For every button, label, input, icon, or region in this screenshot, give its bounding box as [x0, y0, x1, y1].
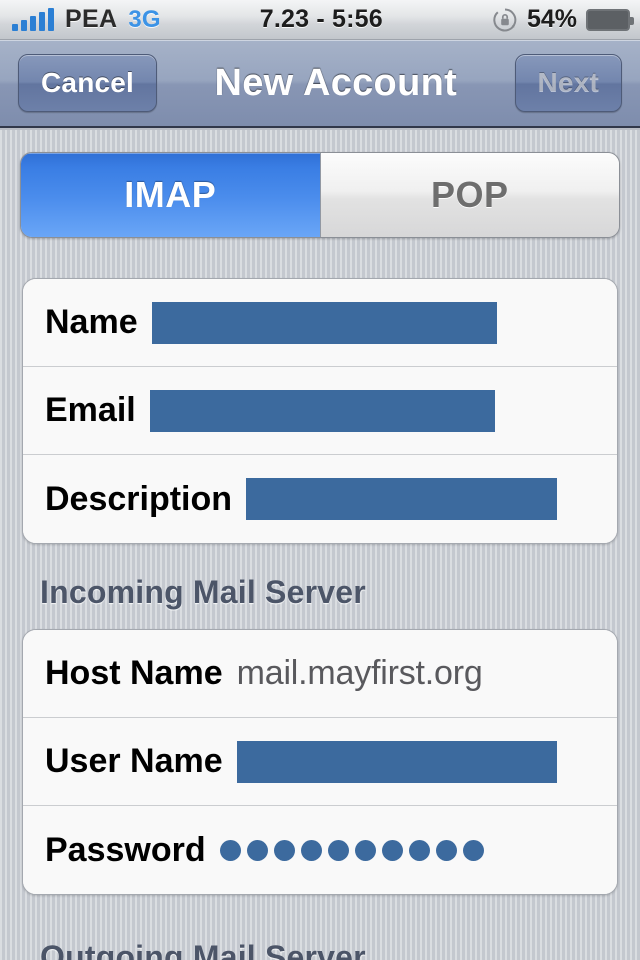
- user-name-field-value-wrap[interactable]: [236, 740, 617, 783]
- table-row[interactable]: Email: [23, 367, 617, 455]
- password-field-masked-value: [219, 839, 484, 861]
- status-bar-time: 7.23 - 5:56: [259, 5, 383, 33]
- table-row[interactable]: User Name: [23, 718, 617, 806]
- iphone-screen: PEA 3G 7.23 - 5:56 54% Cancel New Accoun…: [0, 0, 640, 960]
- password-dot: [381, 839, 403, 861]
- password-field-value-wrap[interactable]: [219, 839, 617, 861]
- description-field-label: Description: [45, 479, 233, 518]
- password-dot: [462, 839, 484, 861]
- password-dot: [408, 839, 430, 861]
- name-field-value-wrap[interactable]: [151, 301, 617, 344]
- segment-imap[interactable]: IMAP: [21, 153, 320, 237]
- segment-imap-label: IMAP: [124, 174, 217, 215]
- password-field-label: Password: [45, 830, 206, 869]
- host-name-field-value-wrap[interactable]: mail.mayfirst.org: [237, 654, 617, 693]
- table-row[interactable]: Host Name mail.mayfirst.org: [23, 630, 617, 718]
- status-bar-right: 54%: [492, 5, 634, 34]
- password-dot: [354, 839, 376, 861]
- segment-pop-label: POP: [430, 174, 509, 215]
- password-dot: [273, 839, 295, 861]
- account-info-group: Name Email Description: [22, 278, 618, 544]
- table-row[interactable]: Description: [23, 455, 617, 543]
- battery-percent: 54%: [526, 5, 577, 33]
- password-dot: [246, 839, 268, 861]
- password-dot: [327, 839, 349, 861]
- cancel-button[interactable]: Cancel: [18, 54, 158, 112]
- status-bar-left: PEA 3G: [12, 5, 161, 34]
- status-bar: PEA 3G 7.23 - 5:56 54%: [0, 0, 640, 40]
- account-type-segmented-control[interactable]: IMAP POP: [20, 152, 620, 238]
- page-title: New Account: [214, 61, 458, 104]
- outgoing-mail-server-header: Outgoing Mail Server: [40, 939, 366, 960]
- carrier-name: PEA: [65, 5, 118, 33]
- battery-icon: [586, 8, 634, 31]
- table-row[interactable]: Name: [23, 279, 617, 367]
- password-dot: [219, 839, 241, 861]
- host-name-field-value: mail.mayfirst.org: [236, 654, 483, 692]
- incoming-mail-server-header: Incoming Mail Server: [40, 574, 366, 610]
- email-field-label: Email: [45, 391, 136, 429]
- description-field-redaction: [246, 478, 557, 520]
- incoming-mail-server-group: Host Name mail.mayfirst.org User Name Pa…: [22, 629, 618, 895]
- next-button[interactable]: Next: [514, 54, 622, 112]
- user-name-field-label: User Name: [45, 742, 223, 780]
- segment-pop[interactable]: POP: [319, 153, 619, 237]
- host-name-field-label: Host Name: [45, 654, 223, 692]
- rotation-lock-icon: [492, 7, 518, 33]
- email-field-redaction: [149, 389, 495, 432]
- navigation-bar: Cancel New Account Next: [0, 40, 640, 128]
- user-name-field-redaction: [236, 740, 557, 783]
- name-field-redaction: [151, 301, 497, 344]
- password-dot: [435, 839, 457, 861]
- signal-bars-icon: [12, 7, 54, 31]
- next-button-label: Next: [537, 67, 599, 98]
- email-field-value-wrap[interactable]: [149, 389, 617, 432]
- cancel-button-label: Cancel: [41, 67, 135, 98]
- description-field-value-wrap[interactable]: [246, 478, 617, 520]
- name-field-label: Name: [45, 303, 138, 341]
- table-row[interactable]: Password: [23, 806, 617, 894]
- form-content: IMAP POP Name Email Description Incoming…: [0, 130, 640, 960]
- password-dot: [300, 839, 322, 861]
